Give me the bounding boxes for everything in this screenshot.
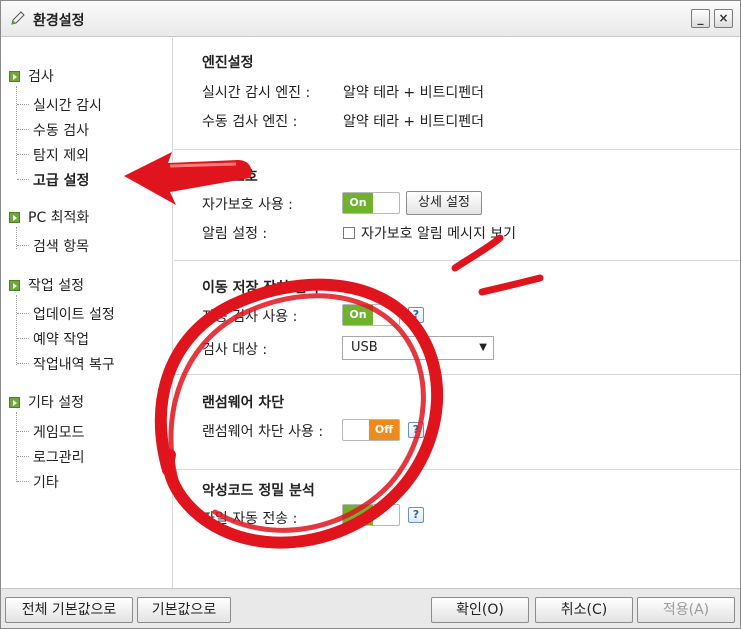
reset-all-button[interactable]: 전체 기본값으로 — [5, 597, 133, 623]
scan-target-select[interactable]: USB ▼ — [342, 336, 494, 360]
ok-button[interactable]: 확인(O) — [431, 597, 529, 623]
self-protect-toggle[interactable]: On — [342, 192, 400, 214]
tree-connector — [16, 412, 17, 482]
section-self-protect: 보호 자가보호 사용 : On 상세 설정 알림 설정 : 자가보호 알림 메시… — [174, 150, 740, 261]
sidebar-group-other[interactable]: 기타 설정 — [9, 392, 84, 412]
sidebar-item-exclusions[interactable]: 탐지 제외 — [17, 145, 89, 165]
apply-button[interactable]: 적용(A) — [637, 597, 735, 623]
title-bar: 환경설정 _ × — [1, 1, 740, 37]
section-title: 랜섬웨어 차단 — [202, 395, 285, 411]
toggle-off-state: Off — [369, 420, 399, 440]
toggle-on-state: On — [343, 193, 373, 213]
scan-target-value: USB — [351, 340, 378, 355]
alert-checkbox-row[interactable]: 자가보호 알림 메시지 보기 — [343, 223, 516, 243]
section-malware-analysis: 악성코드 정밀 분석 파일 자동 전송 : ? — [174, 470, 740, 588]
manual-engine-value: 알약 테라 + 비트디펜더 — [343, 114, 485, 130]
chevron-down-icon: ▼ — [479, 342, 487, 353]
sidebar-group-label: PC 최적화 — [28, 210, 90, 226]
alert-checkbox-label: 자가보호 알림 메시지 보기 — [361, 226, 517, 242]
sidebar-group-label: 기타 설정 — [28, 395, 84, 411]
help-icon[interactable]: ? — [408, 307, 424, 323]
pencil-icon — [11, 11, 25, 25]
toggle-on-state: On — [343, 305, 373, 325]
minimize-button[interactable]: _ — [691, 9, 710, 28]
auto-send-toggle[interactable] — [342, 504, 400, 526]
sidebar-item-game-mode[interactable]: 게임모드 — [17, 422, 85, 442]
section-engine: 엔진설정 실시간 감시 엔진 : 알약 테라 + 비트디펜더 수동 검사 엔진 … — [174, 38, 740, 150]
cancel-button[interactable]: 취소(C) — [535, 597, 633, 623]
ransomware-toggle[interactable]: Off — [342, 419, 400, 441]
alert-settings-label: 알림 설정 : — [202, 226, 268, 242]
arrow-bullet-icon — [9, 280, 20, 291]
alert-checkbox[interactable] — [343, 227, 355, 239]
sidebar: 검사 실시간 감시 수동 검사 탐지 제외 고급 설정 PC 최적화 검색 항목… — [1, 38, 173, 588]
realtime-engine-value: 알약 테라 + 비트디펜더 — [343, 85, 485, 101]
arrow-bullet-icon — [9, 397, 20, 408]
auto-send-label: 파일 자동 전송 : — [202, 511, 298, 527]
section-ransomware: 랜섬웨어 차단 랜섬웨어 차단 사용 : Off ? — [174, 375, 740, 470]
toggle-on-state — [343, 505, 373, 525]
section-removable-scan: 이동 저장 장치 검사 자동 검사 사용 : On ? 검사 대상 : USB … — [174, 261, 740, 375]
sidebar-item-search-items[interactable]: 검색 항목 — [17, 236, 89, 256]
tree-connector — [16, 295, 17, 365]
sidebar-group-task-settings[interactable]: 작업 설정 — [9, 275, 84, 295]
arrow-bullet-icon — [9, 71, 20, 82]
realtime-engine-label: 실시간 감시 엔진 : — [202, 85, 311, 101]
section-title: 이동 저장 장치 검사 — [202, 280, 320, 296]
sidebar-group-label: 작업 설정 — [28, 278, 84, 294]
auto-scan-toggle[interactable]: On — [342, 304, 400, 326]
arrow-bullet-icon — [9, 212, 20, 223]
section-title: 악성코드 정밀 분석 — [202, 483, 315, 499]
help-icon[interactable]: ? — [408, 422, 424, 438]
sidebar-item-log[interactable]: 로그관리 — [17, 447, 85, 467]
sidebar-group-scan[interactable]: 검사 — [9, 66, 54, 86]
section-title: 엔진설정 — [202, 55, 254, 71]
detail-settings-button[interactable]: 상세 설정 — [406, 191, 482, 215]
sidebar-item-manual-scan[interactable]: 수동 검사 — [17, 120, 89, 140]
reset-defaults-button[interactable]: 기본값으로 — [137, 597, 231, 623]
button-bar: 전체 기본값으로 기본값으로 확인(O) 취소(C) 적용(A) — [1, 588, 740, 628]
ransomware-label: 랜섬웨어 차단 사용 : — [202, 424, 324, 440]
sidebar-item-update[interactable]: 업데이트 설정 — [17, 304, 115, 324]
section-title: 보호 — [232, 169, 258, 185]
auto-scan-label: 자동 검사 사용 : — [202, 309, 298, 325]
scan-target-label: 검사 대상 : — [202, 342, 268, 358]
sidebar-item-scheduled[interactable]: 예약 작업 — [17, 329, 89, 349]
manual-engine-label: 수동 검사 엔진 : — [202, 114, 298, 130]
self-protect-label: 자가보호 사용 : — [202, 197, 293, 213]
settings-content: 엔진설정 실시간 감시 엔진 : 알약 테라 + 비트디펜더 수동 검사 엔진 … — [174, 38, 740, 588]
sidebar-group-label: 검사 — [28, 69, 54, 85]
help-icon[interactable]: ? — [408, 507, 424, 523]
close-button[interactable]: × — [714, 9, 733, 28]
tree-connector — [16, 86, 17, 174]
sidebar-item-history-restore[interactable]: 작업내역 복구 — [17, 354, 115, 374]
sidebar-group-pc-optimize[interactable]: PC 최적화 — [9, 207, 89, 227]
window-title: 환경설정 — [33, 13, 85, 29]
sidebar-item-etc[interactable]: 기타 — [17, 472, 59, 492]
sidebar-item-realtime[interactable]: 실시간 감시 — [17, 95, 102, 115]
settings-window: 환경설정 _ × 검사 실시간 감시 수동 검사 탐지 제외 고급 설정 PC … — [0, 0, 741, 629]
sidebar-item-advanced[interactable]: 고급 설정 — [16, 170, 89, 190]
